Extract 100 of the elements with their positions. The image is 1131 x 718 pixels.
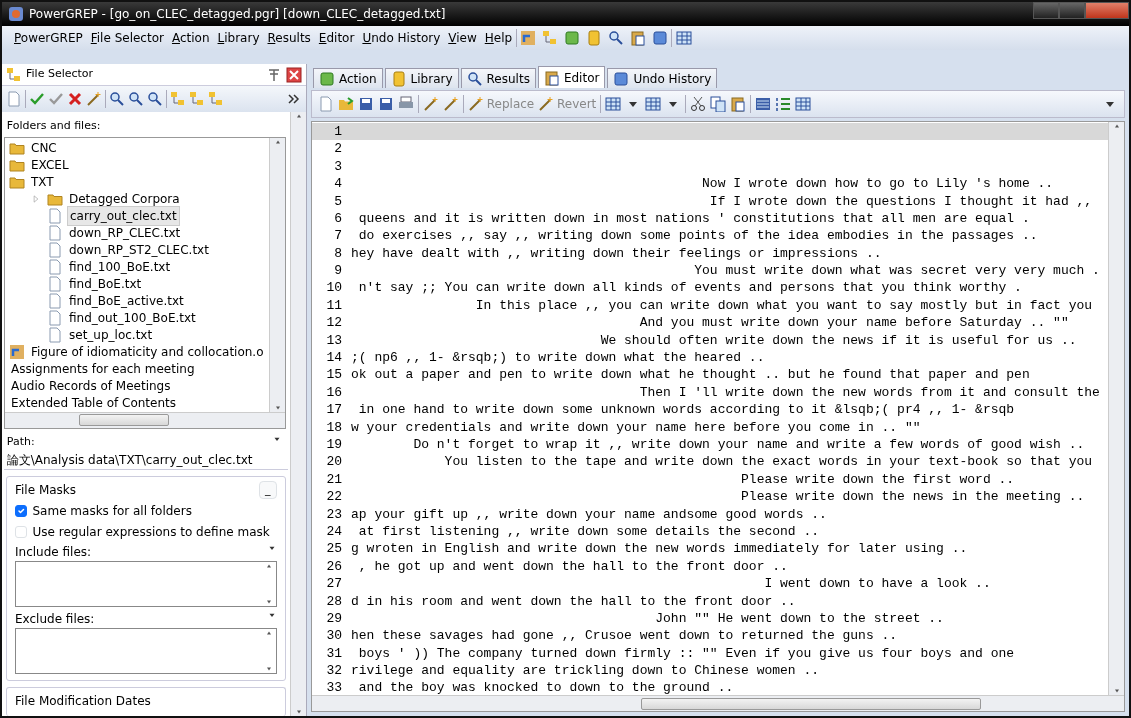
file-icon [47,225,63,241]
scroll-down-icon[interactable] [265,665,273,673]
tree-item[interactable]: Assignments for each meeting [9,360,197,378]
menu-item[interactable]: Editor [314,29,359,47]
checkbox[interactable] [15,504,27,517]
tree-item[interactable]: down_RP_ST2_CLEC.txt [67,241,211,259]
pin-icon[interactable] [266,66,282,83]
menu-item[interactable]: Undo History [358,29,445,47]
close-button[interactable] [1085,2,1129,19]
search-page-icon[interactable] [147,91,163,107]
tree-item[interactable]: find_100_BoE.txt [67,258,173,276]
file-icon [47,208,63,224]
scroll-up-icon[interactable] [265,629,273,637]
numbered-list-icon[interactable] [775,96,792,112]
cut-icon[interactable] [690,96,707,112]
folder-icon [9,140,25,156]
list-box[interactable] [15,628,277,674]
scroll-up-icon[interactable] [1112,122,1121,130]
code-line: boys ' )) The company turned down firmly :: "" Even if you give us four boys and one [357,644,1015,663]
wand-icon[interactable] [86,91,102,107]
copy-icon[interactable] [710,96,727,112]
cross-icon[interactable] [67,91,83,107]
save-icon[interactable] [358,96,374,112]
menu-item[interactable]: Action [167,29,214,47]
line-number: 30 [325,627,343,646]
scrollbar[interactable] [1108,122,1124,695]
maximize-button[interactable] [1059,2,1085,19]
line-number: 8 [333,244,343,263]
code-line: , he got up and went down the hall to the front door .. [357,557,788,576]
check-icon[interactable] [29,91,45,107]
tree-item[interactable]: TXT [29,173,56,191]
collapse-button[interactable]: _ [258,480,277,499]
scrollbar[interactable] [312,695,1124,711]
tree-item[interactable]: Audio Records of Meetings [9,377,173,395]
scroll-up-icon[interactable] [265,562,273,571]
menu-item[interactable]: PowerGREP [10,29,87,47]
scrollbar[interactable] [5,411,285,428]
field-label: Path: [6,434,35,450]
grid-icon[interactable] [795,96,812,112]
file-icon [47,327,63,343]
path-field[interactable]: 論文\Analysis data\TXT\carry_out_clec.txt [4,450,288,470]
scrollbar[interactable] [269,137,285,412]
tab[interactable]: Results [460,68,536,88]
tree-item[interactable]: CNC [29,139,59,157]
line-number: 13 [325,331,343,350]
tree-item[interactable]: carry_out_clec.txt [67,206,180,226]
folder-icon [9,174,25,190]
file-icon [47,242,63,258]
tree-item[interactable]: find_BoE.txt [67,275,144,293]
line-number: 7 [333,227,343,246]
menu-item[interactable]: File Selector [86,29,168,47]
open-folder-icon[interactable] [338,96,354,112]
grid-icon[interactable] [605,96,622,112]
search-folder-icon[interactable] [109,91,125,107]
tab[interactable]: Editor [537,66,606,88]
paste-icon[interactable] [730,96,747,112]
grid-icon[interactable] [645,96,662,112]
code-line: g wroten in English and write down the new words immediately for later using .. [350,540,968,559]
wand-icon[interactable] [423,96,439,112]
shortcut-icon [9,344,25,360]
code-line: ok out a paper and pen to write down what he thought .. but he found that paper and pen [350,366,1030,385]
line-number: 9 [333,262,343,281]
notebook-icon[interactable] [586,30,603,46]
file-icon [47,259,63,275]
code-line: d in his room and went down the hall to the front door .. [350,592,796,611]
tree-item[interactable]: down_RP_CLEC.txt [67,224,183,242]
scrollbar[interactable] [290,112,306,716]
tree-item[interactable]: find_out_100_BoE.txt [67,309,198,327]
minimize-button[interactable] [1033,2,1059,19]
line-number: 10 [325,279,343,298]
close-icon[interactable] [286,66,302,83]
line-number: 33 [325,679,343,695]
tree-item[interactable]: Figure of idiomaticity and collocation.o [29,343,266,361]
tree-view[interactable] [4,136,286,429]
line-number: 29 [325,609,343,628]
code-line: ap your gift up ,, write down your name andsome good words .. [350,505,827,524]
menu-item[interactable]: Library [213,29,264,47]
search-page-icon[interactable] [608,30,625,46]
menu-item[interactable]: Results [263,29,315,47]
tab[interactable]: Action [313,68,383,88]
tab[interactable]: Undo History [607,68,718,88]
tree-item[interactable]: Detagged Corpora [67,190,182,208]
search-icon[interactable] [128,91,144,107]
grid-icon[interactable] [676,30,693,46]
tree-item[interactable]: find_BoE_active.txt [67,292,186,310]
line-number: 5 [333,192,343,211]
checkbox-label[interactable]: Same masks for all folders [32,501,192,520]
line-number: 23 [325,505,343,524]
checkbox-label[interactable]: Use regular expressions to define mask [32,522,270,541]
tree-item[interactable]: EXCEL [29,156,71,174]
tree-item[interactable]: set_up_loc.txt [67,326,155,344]
wand-icon[interactable] [443,96,459,112]
tab[interactable]: Library [384,68,459,88]
code-line: and the boy was knocked to down to the ground .. [357,679,734,695]
save-all-icon[interactable] [378,96,394,112]
file-icon [47,276,63,292]
lines-icon[interactable] [755,96,772,112]
menu-item[interactable]: Help [480,29,517,47]
menu-item[interactable]: View [444,29,481,47]
tree-item[interactable]: Extended Table of Contents [9,394,178,412]
